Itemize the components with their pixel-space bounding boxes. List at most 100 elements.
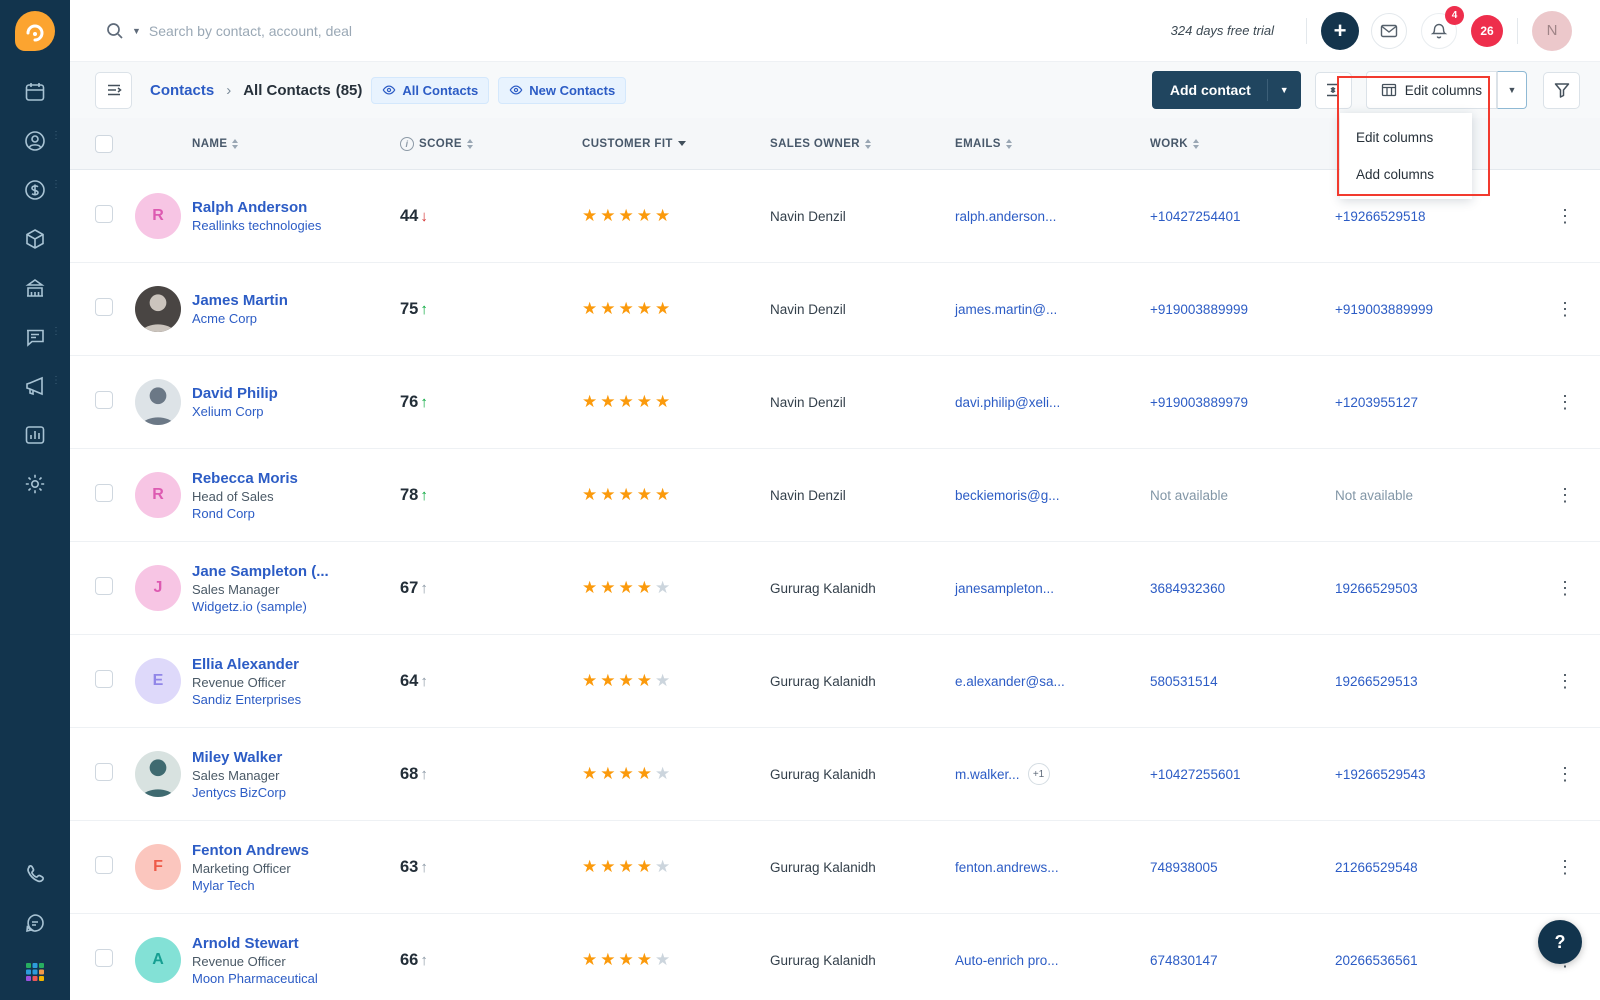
- search-input[interactable]: [148, 22, 569, 39]
- row-actions-kebab[interactable]: ⋮: [1530, 857, 1600, 878]
- menu-item-edit-columns[interactable]: Edit columns: [1340, 119, 1472, 156]
- row-density-button[interactable]: [1314, 71, 1352, 109]
- search-scope-caret-icon[interactable]: ▼: [132, 26, 141, 36]
- select-all-checkbox[interactable]: [95, 134, 113, 153]
- contact-company-link[interactable]: Reallinks technologies: [192, 218, 400, 233]
- mobile-phone[interactable]: +919003889999: [1335, 302, 1530, 317]
- sidebar-item-analytics[interactable]: [23, 423, 47, 447]
- row-actions-kebab[interactable]: ⋮: [1530, 485, 1600, 506]
- email-link[interactable]: beckiemoris@g...: [955, 488, 1060, 503]
- contact-name-link[interactable]: Miley Walker: [192, 749, 400, 766]
- quick-add-button[interactable]: +: [1321, 11, 1359, 50]
- email-button[interactable]: [1371, 12, 1407, 49]
- email-link[interactable]: fenton.andrews...: [955, 860, 1059, 875]
- email-link[interactable]: davi.philip@xeli...: [955, 395, 1060, 410]
- column-header-name[interactable]: NAME: [192, 138, 400, 150]
- contact-company-link[interactable]: Rond Corp: [192, 506, 400, 521]
- row-checkbox[interactable]: [95, 297, 113, 316]
- chatbot-icon[interactable]: [23, 911, 47, 935]
- add-contact-button[interactable]: Add contact ▼: [1151, 71, 1301, 109]
- sidebar-item-products[interactable]: [23, 227, 47, 251]
- breadcrumb-current-view[interactable]: All Contacts: [243, 82, 331, 99]
- work-phone[interactable]: 580531514: [1150, 674, 1335, 689]
- work-phone[interactable]: 3684932360: [1150, 581, 1335, 596]
- contact-name-link[interactable]: James Martin: [192, 292, 400, 309]
- row-actions-kebab[interactable]: ⋮: [1530, 299, 1600, 320]
- sidebar-item-conversations[interactable]: ⋮: [23, 325, 61, 349]
- view-chip-all-contacts[interactable]: All Contacts: [371, 76, 490, 104]
- mobile-phone[interactable]: 20266536561: [1335, 953, 1530, 968]
- work-phone[interactable]: Not available: [1150, 488, 1335, 503]
- row-checkbox[interactable]: [95, 483, 113, 502]
- mobile-phone[interactable]: 21266529548: [1335, 860, 1530, 875]
- email-link[interactable]: e.alexander@sa...: [955, 674, 1065, 689]
- filter-button[interactable]: [1543, 71, 1580, 109]
- sort-icon[interactable]: [232, 138, 239, 149]
- contact-company-link[interactable]: Jentycs BizCorp: [192, 785, 400, 800]
- sort-icon[interactable]: [865, 138, 872, 149]
- row-checkbox[interactable]: [95, 948, 113, 967]
- row-checkbox[interactable]: [95, 390, 113, 409]
- breadcrumb-contacts-link[interactable]: Contacts: [150, 82, 214, 99]
- work-phone[interactable]: +919003889979: [1150, 395, 1335, 410]
- contact-name-link[interactable]: Ellia Alexander: [192, 656, 400, 673]
- mobile-phone[interactable]: +19266529518: [1335, 209, 1530, 224]
- email-extra-badge[interactable]: +1: [1027, 763, 1050, 785]
- row-actions-kebab[interactable]: ⋮: [1530, 578, 1600, 599]
- row-checkbox[interactable]: [95, 669, 113, 688]
- contact-company-link[interactable]: Xelium Corp: [192, 404, 400, 419]
- brand-logo[interactable]: [0, 0, 70, 62]
- contact-company-link[interactable]: Acme Corp: [192, 311, 400, 326]
- contact-company-link[interactable]: Moon Pharmaceutical: [192, 971, 400, 986]
- column-header-work[interactable]: WORK: [1150, 138, 1335, 150]
- row-checkbox[interactable]: [95, 855, 113, 874]
- email-link[interactable]: m.walker...: [955, 767, 1020, 782]
- user-avatar[interactable]: N: [1532, 10, 1572, 51]
- sort-icon[interactable]: [466, 138, 473, 149]
- work-phone[interactable]: 748938005: [1150, 860, 1335, 875]
- row-actions-kebab[interactable]: ⋮: [1530, 392, 1600, 413]
- row-checkbox[interactable]: [95, 762, 113, 781]
- sidebar-item-contacts[interactable]: ⋮: [23, 129, 61, 153]
- add-contact-caret-icon[interactable]: ▼: [1268, 85, 1301, 95]
- contact-company-link[interactable]: Sandiz Enterprises: [192, 692, 400, 707]
- contact-name-link[interactable]: Jane Sampleton (...: [192, 563, 400, 580]
- contact-name-link[interactable]: Rebecca Moris: [192, 470, 400, 487]
- view-chip-new-contacts[interactable]: New Contacts: [498, 76, 627, 104]
- column-header-customer-fit[interactable]: CUSTOMER FIT: [582, 138, 770, 150]
- view-switcher-button[interactable]: [95, 71, 132, 109]
- notifications-count-button[interactable]: 26: [1471, 14, 1503, 47]
- column-header-emails[interactable]: EMAILS: [955, 138, 1150, 150]
- contact-name-link[interactable]: David Philip: [192, 385, 400, 402]
- mobile-phone[interactable]: 19266529513: [1335, 674, 1530, 689]
- sidebar-item-accounts[interactable]: [23, 276, 47, 300]
- help-button[interactable]: ?: [1538, 920, 1582, 964]
- mobile-phone[interactable]: +1203955127: [1335, 395, 1530, 410]
- menu-item-add-columns[interactable]: Add columns: [1340, 156, 1472, 193]
- apps-grid-icon[interactable]: [23, 960, 47, 984]
- column-header-score[interactable]: i SCORE: [400, 136, 582, 151]
- row-actions-kebab[interactable]: ⋮: [1530, 671, 1600, 692]
- mobile-phone[interactable]: Not available: [1335, 488, 1530, 503]
- mobile-phone[interactable]: +19266529543: [1335, 767, 1530, 782]
- work-phone[interactable]: 674830147: [1150, 953, 1335, 968]
- row-actions-kebab[interactable]: ⋮: [1530, 764, 1600, 785]
- sort-icon[interactable]: [1193, 138, 1200, 149]
- contact-name-link[interactable]: Arnold Stewart: [192, 935, 400, 952]
- contact-company-link[interactable]: Widgetz.io (sample): [192, 599, 400, 614]
- sidebar-item-deals[interactable]: ⋮: [23, 178, 61, 202]
- contact-company-link[interactable]: Mylar Tech: [192, 878, 400, 893]
- column-header-sales-owner[interactable]: SALES OWNER: [770, 138, 955, 150]
- info-icon[interactable]: i: [400, 136, 414, 151]
- email-link[interactable]: Auto-enrich pro...: [955, 953, 1059, 968]
- edit-columns-button[interactable]: Edit columns: [1365, 71, 1497, 109]
- work-phone[interactable]: +10427254401: [1150, 209, 1335, 224]
- work-phone[interactable]: +10427255601: [1150, 767, 1335, 782]
- work-phone[interactable]: +919003889999: [1150, 302, 1335, 317]
- sort-icon[interactable]: [1005, 138, 1012, 149]
- email-link[interactable]: james.martin@...: [955, 302, 1057, 317]
- sidebar-item-settings[interactable]: [23, 472, 47, 496]
- sidebar-item-calendar[interactable]: [23, 80, 47, 104]
- email-link[interactable]: janesampleton...: [955, 581, 1054, 596]
- edit-columns-caret-button[interactable]: ▼: [1497, 71, 1527, 109]
